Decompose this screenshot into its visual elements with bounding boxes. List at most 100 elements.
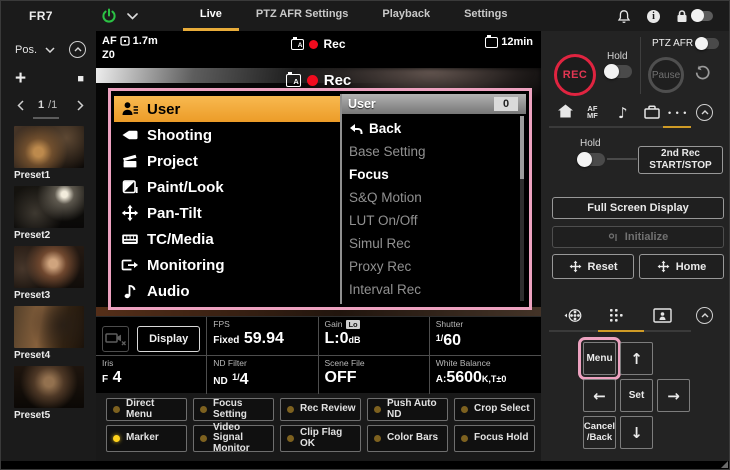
assign-direct-menu[interactable]: Direct Menu — [106, 398, 187, 421]
white-balance-cell[interactable]: White Balance A:5600K,T±0 — [430, 356, 541, 394]
panel-collapse-icon[interactable] — [696, 307, 713, 324]
full-screen-display-button[interactable]: Full Screen Display — [552, 197, 724, 219]
preset-item-4[interactable]: Preset4 — [14, 306, 96, 361]
tab-audio-icon[interactable]: ♪ — [618, 104, 628, 122]
assign-focus-setting[interactable]: Focus Setting — [193, 398, 274, 421]
menu-item-label: User — [147, 101, 180, 118]
gain-cell[interactable]: GainLo L:0dB — [319, 317, 430, 356]
tab-media-icon[interactable] — [643, 104, 661, 120]
assign-focus-hold[interactable]: Focus Hold — [454, 425, 535, 452]
submenu-item-back[interactable]: Back — [349, 117, 526, 140]
lock-icon — [676, 9, 688, 23]
info-icon[interactable]: i — [647, 10, 660, 23]
tab-live[interactable]: Live — [183, 1, 239, 31]
tab-home-icon[interactable] — [557, 103, 574, 119]
page-next-icon[interactable] — [77, 100, 84, 111]
submenu-scrollbar[interactable] — [520, 116, 524, 301]
cancel-back-button[interactable]: Cancel/Back — [583, 416, 616, 449]
page-prev-icon[interactable] — [17, 100, 24, 111]
menu-item-paint-look[interactable]: Paint/Look — [114, 174, 340, 200]
add-preset-button[interactable]: + — [15, 71, 26, 87]
tab-subject-tracking-icon[interactable] — [653, 308, 672, 323]
preset-thumbnail-4[interactable] — [14, 306, 84, 348]
preset-item-3[interactable]: Preset3 — [14, 246, 96, 301]
scene-file-cell[interactable]: Scene File OFF — [319, 356, 430, 394]
lock-toggle[interactable] — [692, 11, 713, 21]
stream-display-cell: Display — [96, 317, 207, 356]
tab-playback[interactable]: Playback — [365, 1, 447, 31]
menu-item-label: Paint/Look — [147, 179, 224, 196]
menu-item-user[interactable]: User — [114, 96, 340, 122]
preset-thumbnail-2[interactable] — [14, 186, 84, 228]
video-viewport[interactable]: A Rec User — [96, 68, 541, 316]
tab-grid-pad-icon[interactable] — [609, 308, 626, 323]
assign-rec-review[interactable]: Rec Review — [280, 398, 361, 421]
set-button[interactable]: Set — [620, 379, 653, 412]
submenu-item-proxy-rec[interactable]: Proxy Rec — [349, 255, 526, 278]
preset-thumbnail-1[interactable] — [14, 126, 84, 168]
submenu-item-focus[interactable]: Focus — [349, 163, 526, 186]
chevron-down-icon[interactable] — [125, 8, 141, 24]
rec-hold-toggle[interactable] — [605, 65, 632, 78]
submenu-item-simul-rec[interactable]: Simul Rec — [349, 232, 526, 255]
nd-value: 4 — [240, 371, 249, 388]
assign-marker[interactable]: Marker — [106, 425, 187, 452]
ptz-afr-toggle[interactable] — [696, 38, 719, 49]
menu-item-pan-tilt[interactable]: Pan-Tilt — [114, 200, 340, 226]
preset-thumbnail-5[interactable] — [14, 366, 84, 408]
assign-crop-select[interactable]: Crop Select — [454, 398, 535, 421]
tab-af-mf[interactable]: AFMF — [587, 105, 598, 119]
control-panel: REC Hold PTZ AFR Pause AFMF ♪ • • • — [541, 31, 730, 463]
preset-thumbnail-3[interactable] — [14, 246, 84, 288]
menu-button[interactable]: Menu — [583, 342, 616, 375]
media-slot-icon: A — [286, 74, 301, 87]
rec-button[interactable]: REC — [554, 54, 596, 96]
rec-dot-icon — [307, 75, 318, 86]
preset-item-5[interactable]: Preset5 — [14, 366, 96, 421]
initialize-button[interactable]: Initialize — [552, 226, 724, 248]
second-rec-hold-toggle[interactable] — [578, 153, 605, 166]
menu-item-monitoring[interactable]: Monitoring — [114, 252, 340, 278]
nd-filter-cell[interactable]: ND Filter ND 1/4 — [207, 356, 318, 394]
tab-more-icon[interactable]: • • • — [668, 108, 687, 118]
sidebar-collapse-icon[interactable] — [69, 41, 86, 58]
power-icon[interactable] — [99, 6, 119, 26]
menu-item-tc-media[interactable]: TC/Media — [114, 226, 340, 252]
preset-item-2[interactable]: Preset2 — [14, 186, 96, 241]
notifications-bell-icon[interactable] — [617, 9, 631, 24]
pan-tilt-home-button[interactable]: Home — [639, 254, 724, 279]
pause-button[interactable]: Pause — [648, 57, 684, 93]
tab-joystick-icon[interactable] — [563, 307, 583, 324]
panel-collapse-icon[interactable] — [696, 104, 713, 121]
preset-item-1[interactable]: Preset1 — [14, 126, 96, 181]
camera-off-button[interactable] — [102, 326, 129, 352]
assign-video-signal-monitor[interactable]: Video Signal Monitor — [193, 425, 274, 452]
pan-tilt-reset-button[interactable]: Reset — [552, 254, 634, 279]
restart-icon[interactable] — [694, 64, 711, 81]
fps-cell[interactable]: FPS Fixed 59.94 — [207, 317, 318, 356]
menu-item-shooting[interactable]: Shooting — [114, 122, 340, 148]
submenu-item-base-setting[interactable]: Base Setting — [349, 140, 526, 163]
assign-clip-flag-ok[interactable]: Clip Flag OK — [280, 425, 361, 452]
assign-dot-icon — [374, 435, 381, 442]
dpad-up-button[interactable]: ↑ — [620, 342, 653, 375]
menu-item-audio[interactable]: Audio — [114, 278, 340, 304]
dpad-left-button[interactable]: ← — [583, 379, 616, 412]
dpad-right-button[interactable]: → — [657, 379, 690, 412]
tab-ptz-afr-settings[interactable]: PTZ AFR Settings — [239, 1, 365, 31]
submenu-item-lut-on-off[interactable]: LUT On/Off — [349, 209, 526, 232]
dpad-down-button[interactable]: ↓ — [620, 416, 653, 449]
shutter-cell[interactable]: Shutter 1/60 — [430, 317, 541, 356]
display-button[interactable]: Display — [137, 326, 200, 352]
submenu-item-sq-motion[interactable]: S&Q Motion — [349, 186, 526, 209]
stop-preset-button[interactable]: ■ — [77, 73, 84, 85]
preset-type-chevron-down-icon[interactable] — [45, 47, 55, 53]
tab-settings[interactable]: Settings — [447, 1, 524, 31]
assign-push-auto-nd[interactable]: Push Auto ND — [367, 398, 448, 421]
menu-item-project[interactable]: Project — [114, 148, 340, 174]
iris-cell[interactable]: Iris F 4 — [96, 356, 207, 394]
resize-grip-icon[interactable] — [721, 461, 728, 468]
submenu-item-interval-rec[interactable]: Interval Rec — [349, 278, 526, 301]
assign-color-bars[interactable]: Color Bars — [367, 425, 448, 452]
second-rec-button[interactable]: 2nd Rec START/STOP — [638, 146, 723, 174]
